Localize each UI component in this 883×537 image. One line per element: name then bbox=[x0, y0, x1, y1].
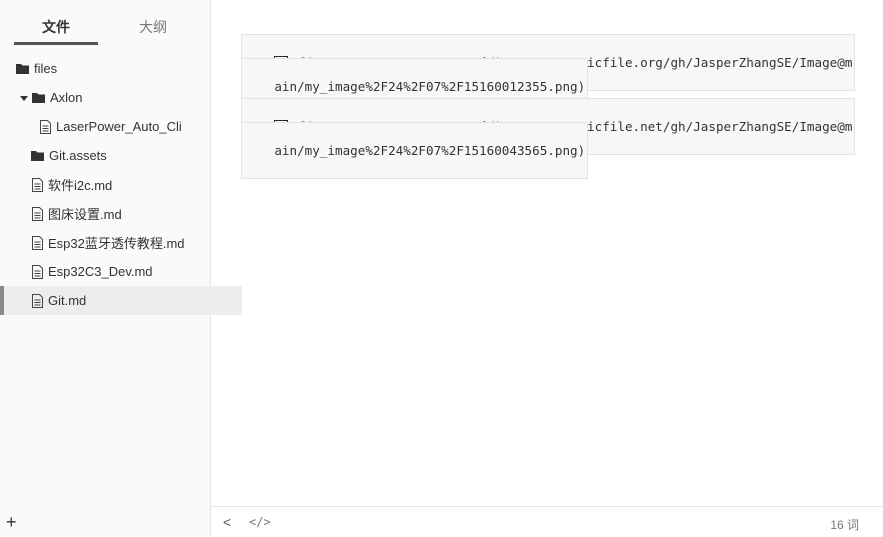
file-icon bbox=[32, 264, 43, 279]
file-icon bbox=[32, 293, 43, 308]
tree-item-label: Esp32蓝牙透传教程.md bbox=[48, 236, 185, 251]
active-tab-indicator bbox=[14, 42, 98, 45]
editor[interactable]: ![image-20240715160010683](https://stati… bbox=[211, 0, 883, 506]
source-code-toggle[interactable]: </> bbox=[249, 515, 271, 529]
tree-item-esp32-bt[interactable]: Esp32蓝牙透传教程.md bbox=[0, 228, 242, 257]
image-markdown-line[interactable]: ain/my_image%2F24%2F07%2F15160043565.png… bbox=[241, 122, 589, 179]
file-icon bbox=[32, 177, 43, 192]
image-markdown-text: ain/my_image%2F24%2F07%2F15160043565.png… bbox=[274, 143, 586, 158]
back-button[interactable]: < bbox=[223, 514, 231, 530]
tree-item-label: LaserPower_Auto_Cli bbox=[56, 119, 182, 134]
tree-item-label: Git.assets bbox=[49, 148, 107, 163]
sidebar-tabs: 文件 大纲 bbox=[0, 0, 210, 48]
status-bar: < </> 16 词 bbox=[211, 506, 883, 537]
tree-item-label: Git.md bbox=[48, 293, 87, 308]
folder-icon bbox=[16, 64, 29, 74]
tree-item-git-assets[interactable]: Git.assets bbox=[0, 141, 241, 170]
folder-icon bbox=[32, 93, 45, 103]
tab-outline[interactable]: 大纲 bbox=[139, 17, 167, 37]
tree-item-i2c[interactable]: 软件i2c.md bbox=[0, 170, 242, 199]
tree-item-label: Axlon bbox=[50, 90, 83, 105]
tree-item-git-md[interactable]: Git.md bbox=[0, 286, 242, 315]
tree-item-axlon[interactable]: Axlon bbox=[0, 83, 229, 112]
add-file-button[interactable]: + bbox=[6, 512, 17, 533]
file-icon bbox=[32, 235, 43, 250]
file-icon bbox=[40, 119, 51, 134]
tree-item-esp32c3[interactable]: Esp32C3_Dev.md bbox=[0, 257, 242, 286]
sidebar: 文件 大纲 files Axlon LaserPower_Auto_Cli Gi… bbox=[0, 0, 242, 536]
caret-down-icon[interactable] bbox=[19, 93, 29, 103]
image-markdown-text: ain/my_image%2F24%2F07%2F15160012355.png… bbox=[274, 79, 586, 94]
word-count[interactable]: 16 词 bbox=[830, 516, 859, 533]
tree-item-files[interactable]: files bbox=[0, 54, 226, 83]
folder-icon bbox=[31, 151, 44, 161]
tab-files[interactable]: 文件 bbox=[42, 17, 70, 37]
tree-item-image-hosting[interactable]: 图床设置.md bbox=[0, 199, 242, 228]
tree-item-label: 软件i2c.md bbox=[48, 178, 113, 193]
tree-item-label: files bbox=[34, 61, 58, 76]
tree-item-label: Esp32C3_Dev.md bbox=[48, 264, 153, 279]
tree-item-label: 图床设置.md bbox=[48, 207, 122, 222]
file-icon bbox=[32, 206, 43, 221]
